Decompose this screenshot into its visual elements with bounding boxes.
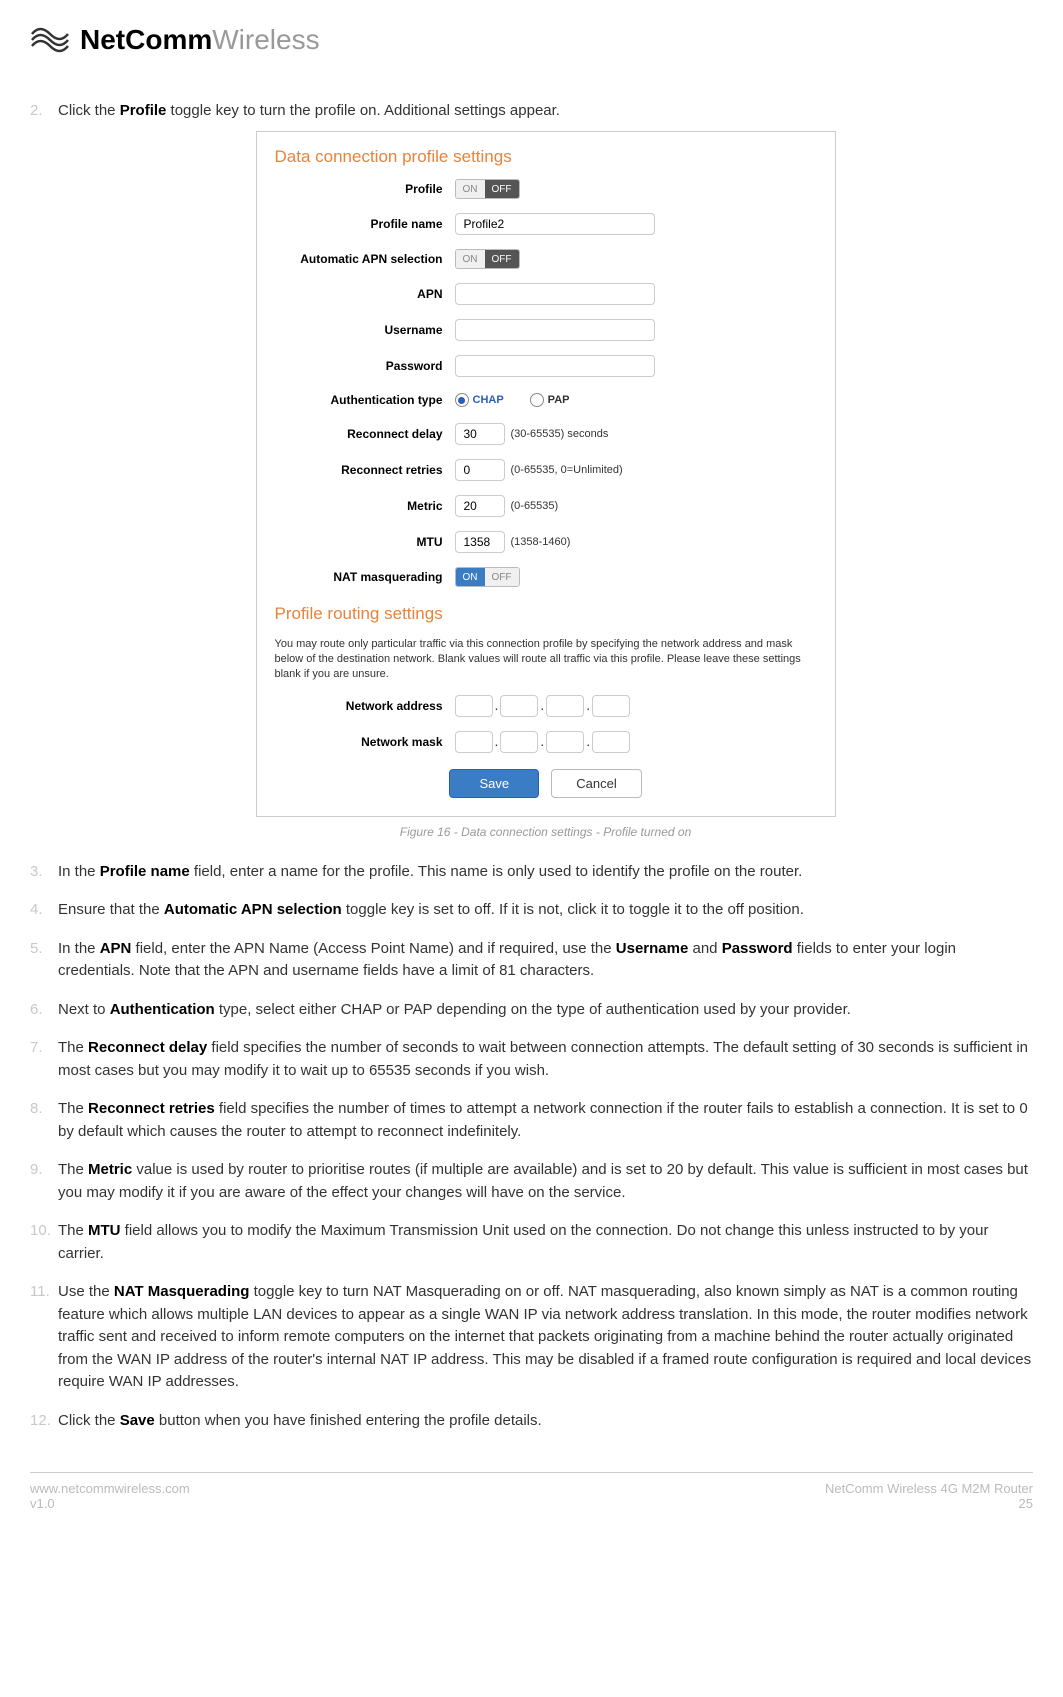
step-3: In the Profile name field, enter a name …: [58, 861, 1033, 884]
settings-screenshot: Data connection profile settings Profile…: [256, 131, 836, 817]
reconnect-delay-label: Reconnect delay: [275, 425, 455, 443]
net-mask-2[interactable]: [500, 731, 538, 753]
step-12: Click the Save button when you have fini…: [58, 1410, 1033, 1433]
apn-input[interactable]: [455, 283, 655, 305]
mtu-label: MTU: [275, 533, 455, 551]
auth-chap-radio[interactable]: CHAP: [455, 392, 504, 409]
net-addr-4[interactable]: [592, 695, 630, 717]
password-label: Password: [275, 357, 455, 375]
page-header: NetCommWireless: [30, 20, 1033, 60]
step-5: In the APN field, enter the APN Name (Ac…: [58, 938, 1033, 983]
step-4: Ensure that the Automatic APN selection …: [58, 899, 1033, 922]
save-button[interactable]: Save: [449, 769, 539, 798]
radio-off-icon: [530, 393, 544, 407]
footer-left: www.netcommwireless.com v1.0: [30, 1481, 190, 1511]
figure-caption: Figure 16 - Data connection settings - P…: [58, 823, 1033, 841]
net-mask-3[interactable]: [546, 731, 584, 753]
step-2: Click the Profile toggle key to turn the…: [58, 100, 1033, 841]
step-8: The Reconnect retries field specifies th…: [58, 1098, 1033, 1143]
footer-product: NetComm Wireless 4G M2M Router: [825, 1481, 1033, 1496]
auto-apn-toggle[interactable]: ON OFF: [455, 249, 520, 269]
step-9: The Metric value is used by router to pr…: [58, 1159, 1033, 1204]
net-mask-1[interactable]: [455, 731, 493, 753]
nat-label: NAT masquerading: [275, 568, 455, 586]
network-mask-label: Network mask: [275, 733, 455, 751]
reconnect-delay-input[interactable]: [455, 423, 505, 445]
profile-toggle[interactable]: ON OFF: [455, 179, 520, 199]
username-input[interactable]: [455, 319, 655, 341]
net-addr-3[interactable]: [546, 695, 584, 717]
footer-url: www.netcommwireless.com: [30, 1481, 190, 1496]
net-addr-1[interactable]: [455, 695, 493, 717]
section-heading-2: Profile routing settings: [275, 601, 817, 627]
footer-page: 25: [825, 1496, 1033, 1511]
auth-pap-radio[interactable]: PAP: [530, 392, 570, 409]
radio-on-icon: [455, 393, 469, 407]
step-6: Next to Authentication type, select eith…: [58, 999, 1033, 1022]
step-10: The MTU field allows you to modify the M…: [58, 1220, 1033, 1265]
network-address-label: Network address: [275, 697, 455, 715]
footer-right: NetComm Wireless 4G M2M Router 25: [825, 1481, 1033, 1511]
metric-input[interactable]: [455, 495, 505, 517]
auto-apn-label: Automatic APN selection: [275, 250, 455, 268]
brand-name: NetCommWireless: [80, 24, 320, 56]
cancel-button[interactable]: Cancel: [551, 769, 641, 798]
mtu-input[interactable]: [455, 531, 505, 553]
step-7: The Reconnect delay field specifies the …: [58, 1037, 1033, 1082]
profile-name-input[interactable]: [455, 213, 655, 235]
nat-toggle[interactable]: ON OFF: [455, 567, 520, 587]
routing-description: You may route only particular traffic vi…: [275, 637, 817, 683]
reconnect-retries-label: Reconnect retries: [275, 461, 455, 479]
net-mask-4[interactable]: [592, 731, 630, 753]
profile-label: Profile: [275, 180, 455, 198]
auth-type-label: Authentication type: [275, 391, 455, 409]
apn-label: APN: [275, 285, 455, 303]
brand-light: Wireless: [212, 24, 319, 55]
metric-label: Metric: [275, 497, 455, 515]
instruction-list: Click the Profile toggle key to turn the…: [30, 100, 1033, 1432]
username-label: Username: [275, 321, 455, 339]
footer-version: v1.0: [30, 1496, 190, 1511]
net-addr-2[interactable]: [500, 695, 538, 717]
brand-bold: NetComm: [80, 24, 212, 55]
section-heading-1: Data connection profile settings: [275, 144, 817, 170]
step-11: Use the NAT Masquerading toggle key to t…: [58, 1281, 1033, 1394]
password-input[interactable]: [455, 355, 655, 377]
reconnect-retries-input[interactable]: [455, 459, 505, 481]
page-footer: www.netcommwireless.com v1.0 NetComm Wir…: [30, 1472, 1033, 1511]
profile-name-label: Profile name: [275, 215, 455, 233]
brand-logo-icon: [30, 20, 70, 60]
